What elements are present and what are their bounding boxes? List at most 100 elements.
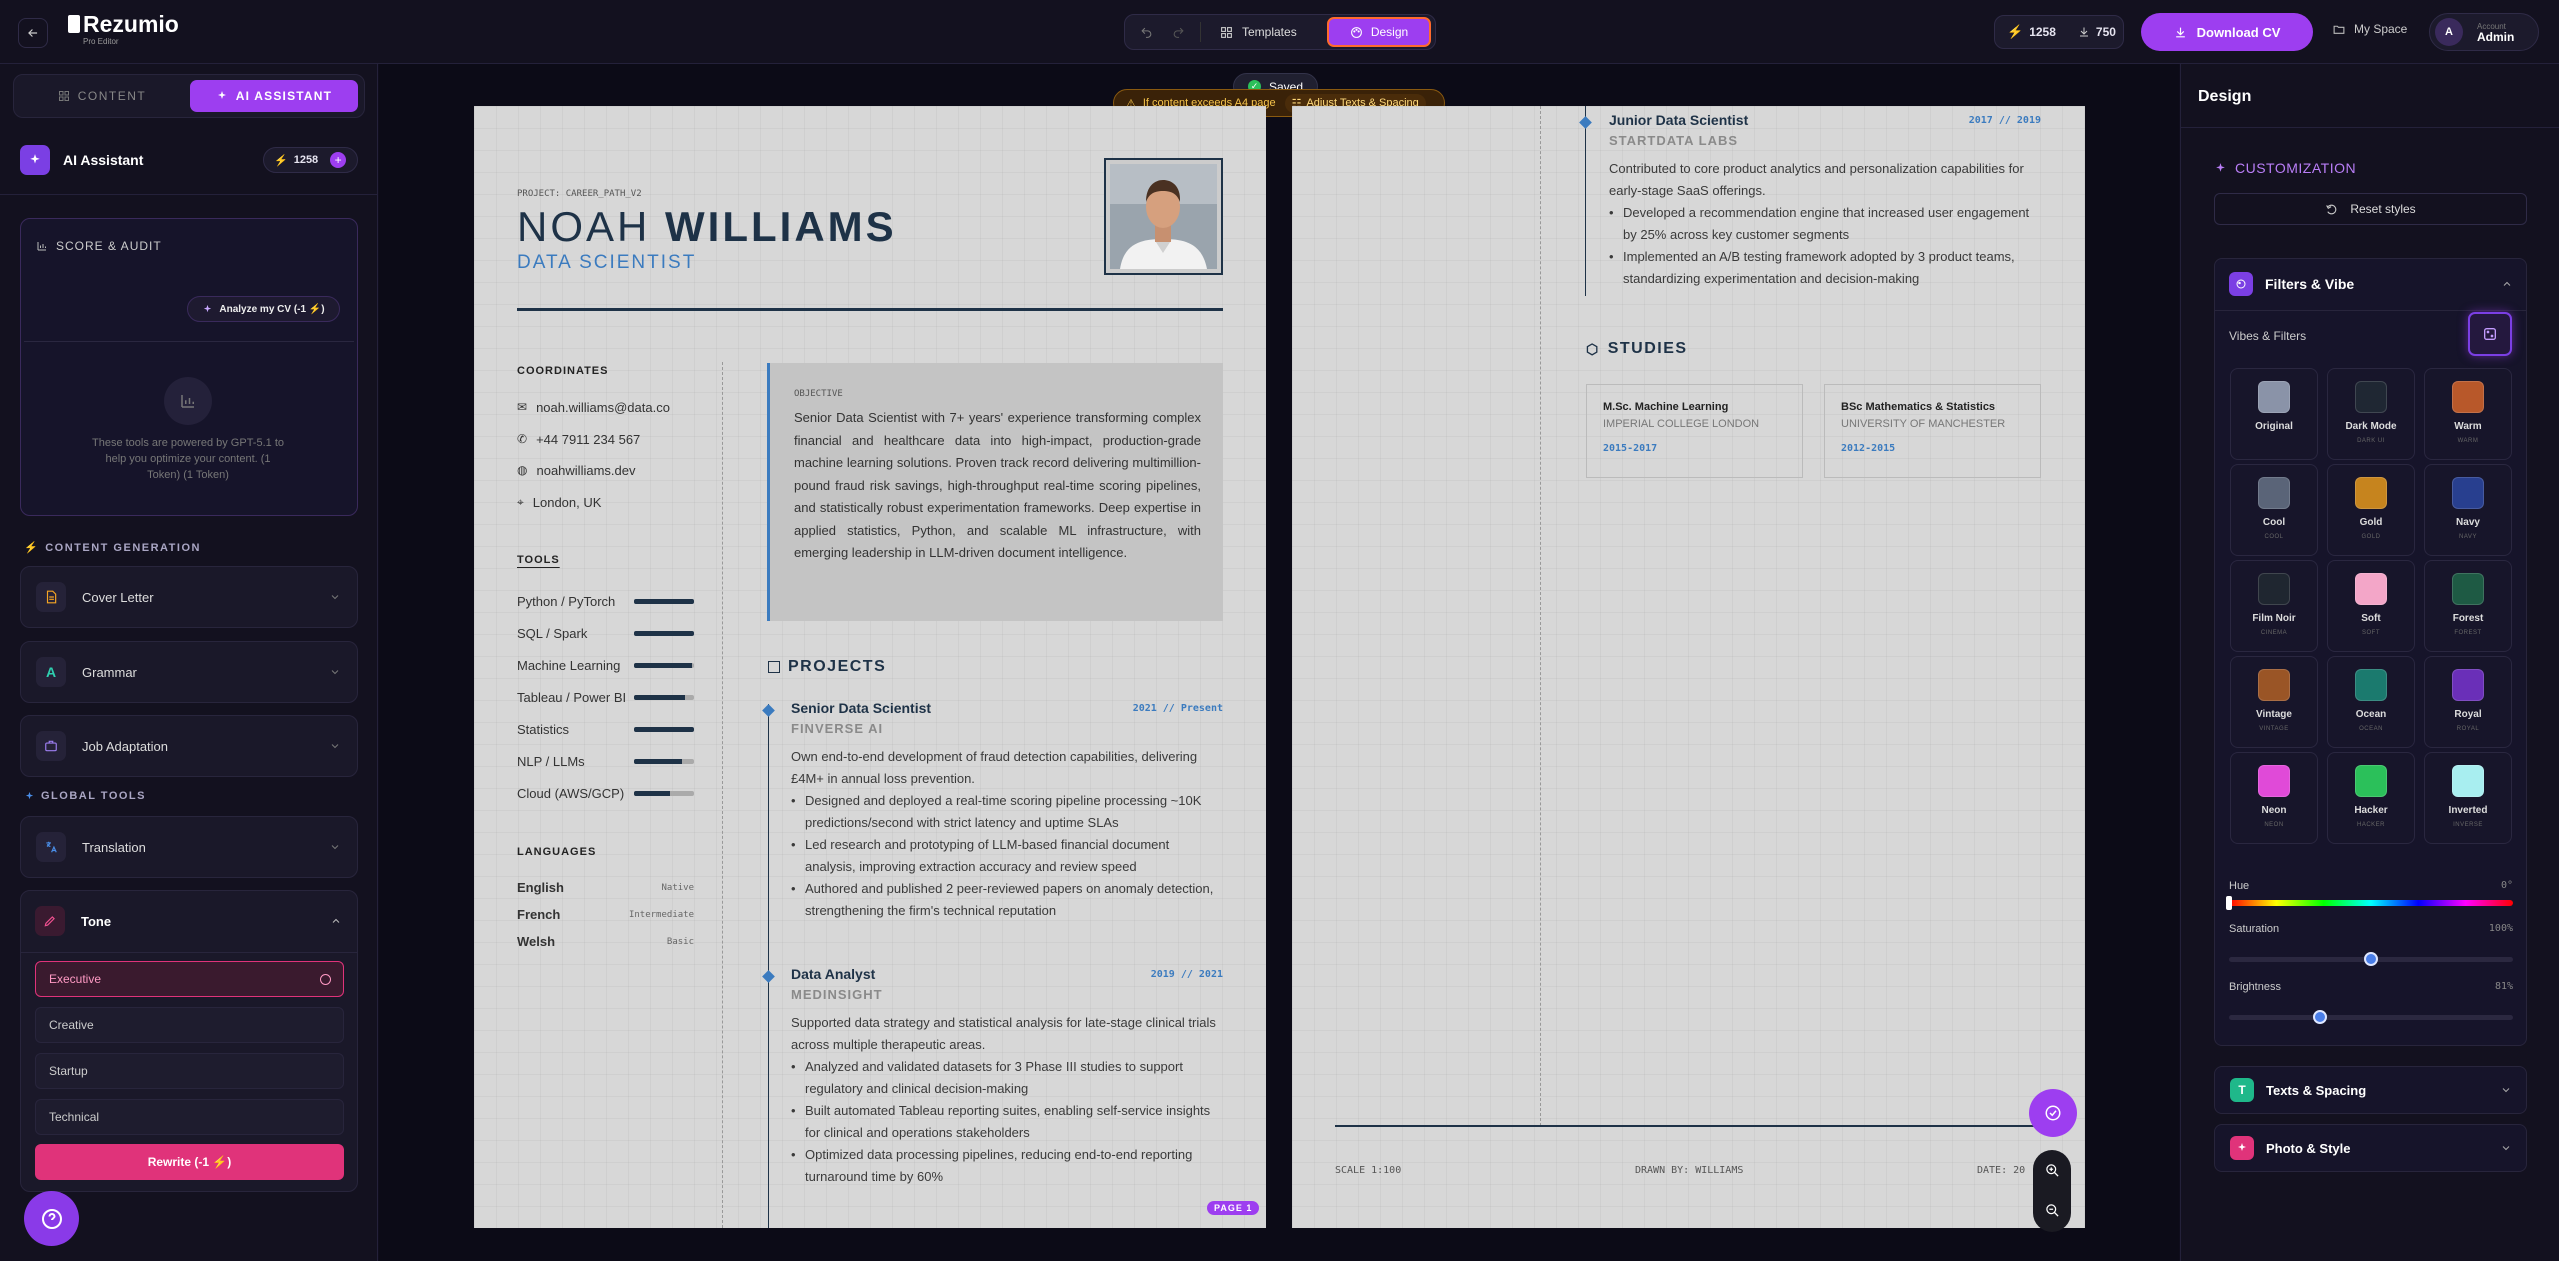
undo-button[interactable]: [1134, 20, 1158, 44]
job-entry[interactable]: Senior Data Scientist 2021 // Present FIN…: [762, 700, 1223, 922]
skill-row: Python / PyTorch: [517, 585, 694, 617]
skill-bar: [634, 630, 694, 636]
cv-page-1[interactable]: PROJECT: CAREER_PATH_V2 NOAH WILLIAMS DA…: [474, 106, 1266, 1228]
design-button[interactable]: Design: [1327, 17, 1431, 47]
tone-option-executive[interactable]: Executive: [35, 961, 344, 997]
filters-vibe-header[interactable]: Filters & Vibe: [2214, 258, 2527, 310]
tool-cover-letter-label: Cover Letter: [82, 589, 154, 605]
redo-button[interactable]: [1166, 20, 1190, 44]
vibe-hacker[interactable]: Hacker HACKER: [2327, 752, 2415, 844]
vibe-navy[interactable]: Navy NAVY: [2424, 464, 2512, 556]
logo[interactable]: Rezumio Pro Editor: [68, 12, 179, 46]
job-bullet: Developed a recommendation engine that i…: [1609, 202, 2041, 246]
coordinates-heading: COORDINATES: [517, 365, 609, 377]
globe-icon: [25, 791, 34, 799]
study-card[interactable]: BSc Mathematics & Statistics UNIVERSITY …: [1824, 384, 2041, 478]
job-entry[interactable]: Data Analyst 2019 // 2021 MEDINSIGHT Supp…: [762, 966, 1223, 1188]
tab-content[interactable]: CONTENT: [20, 80, 184, 112]
vibe-name: Warm: [2454, 421, 2482, 432]
language-row: French Intermediate: [517, 901, 694, 928]
vibe-gold[interactable]: Gold GOLD: [2327, 464, 2415, 556]
vibe-neon[interactable]: Neon NEON: [2230, 752, 2318, 844]
tool-translation[interactable]: Translation: [20, 816, 358, 878]
vibe-sub: DARK UI: [2357, 438, 2385, 444]
saturation-knob[interactable]: [2364, 952, 2378, 966]
score-audit-title: SCORE & AUDIT: [36, 239, 162, 253]
download-cv-button[interactable]: Download CV: [2141, 13, 2313, 51]
tone-option-technical[interactable]: Technical: [35, 1099, 344, 1135]
vibe-ocean[interactable]: Ocean OCEAN: [2327, 656, 2415, 748]
templates-button[interactable]: Templates: [1212, 20, 1305, 44]
tool-job-adaptation[interactable]: Job Adaptation: [20, 715, 358, 777]
vibe-film-noir[interactable]: Film Noir CINEMA: [2230, 560, 2318, 652]
cv-photo[interactable]: [1104, 158, 1223, 275]
vibes-label: Vibes & Filters: [2229, 329, 2307, 343]
skill-bar: [634, 694, 694, 700]
add-tokens-button[interactable]: +: [330, 152, 347, 168]
page-badge: PAGE 1: [1207, 1201, 1260, 1215]
vibe-name: Navy: [2456, 517, 2480, 528]
footer-drawn-by: DRAWN BY: WILLIAMS: [1635, 1165, 1744, 1176]
check-action-button[interactable]: [2029, 1089, 2077, 1137]
vibe-vintage[interactable]: Vintage VINTAGE: [2230, 656, 2318, 748]
study-card[interactable]: M.Sc. Machine Learning IMPERIAL COLLEGE …: [1586, 384, 1803, 478]
account-name: Admin: [2477, 30, 2515, 44]
vibe-warm[interactable]: Warm WARM: [2424, 368, 2512, 460]
hue-knob[interactable]: [2226, 896, 2232, 910]
analyze-cv-button[interactable]: Analyze my CV (-1 ⚡): [187, 296, 340, 322]
vibe-swatch: [2452, 669, 2484, 701]
tool-cover-letter[interactable]: Cover Letter: [20, 566, 358, 628]
job-entry[interactable]: Junior Data Scientist 2017 // 2019 STARTD…: [1579, 112, 2041, 290]
tone-header[interactable]: Tone: [20, 890, 358, 952]
tool-grammar[interactable]: A Grammar: [20, 641, 358, 703]
study-school: UNIVERSITY OF MANCHESTER: [1841, 418, 2006, 430]
brightness-slider[interactable]: [2229, 1010, 2513, 1024]
download-cv-label: Download CV: [2196, 24, 2281, 40]
chart-icon: [37, 242, 46, 251]
tab-ai-assistant[interactable]: AI ASSISTANT: [190, 80, 358, 112]
job-bullet: Designed and deployed a real-time scorin…: [791, 790, 1223, 834]
reset-styles-button[interactable]: Reset styles: [2214, 193, 2527, 225]
score-info-text: These tools are powered by GPT-5.1 to he…: [92, 437, 284, 481]
vibe-dark-mode[interactable]: Dark Mode DARK UI: [2327, 368, 2415, 460]
job-bullet: Authored and published 2 peer-reviewed p…: [791, 878, 1223, 922]
vibe-name: Royal: [2454, 709, 2482, 720]
zoom-out-button[interactable]: [2039, 1197, 2065, 1223]
lightning-icon: ⚡: [274, 154, 288, 167]
vibe-original[interactable]: Original: [2230, 368, 2318, 460]
hue-slider[interactable]: [2229, 900, 2513, 906]
saturation-slider[interactable]: [2229, 952, 2513, 966]
job-title: Junior Data Scientist: [1609, 112, 1749, 128]
cv-page-2[interactable]: Junior Data Scientist 2017 // 2019 STARTD…: [1292, 106, 2085, 1228]
palette-icon: [1350, 26, 1362, 38]
translation-icon: [36, 832, 66, 862]
vibe-inverted[interactable]: Inverted INVERSE: [2424, 752, 2512, 844]
photo-style-section[interactable]: Photo & Style: [2214, 1124, 2527, 1172]
reset-icon: [2326, 204, 2337, 214]
zoom-in-button[interactable]: [2039, 1157, 2065, 1183]
job-summary: Contributed to core product analytics an…: [1609, 161, 2024, 198]
back-button[interactable]: [18, 18, 48, 48]
study-school: IMPERIAL COLLEGE LONDON: [1603, 418, 1760, 430]
app-subtitle: Pro Editor: [83, 37, 119, 46]
vibe-forest[interactable]: Forest FOREST: [2424, 560, 2512, 652]
vibe-royal[interactable]: Royal ROYAL: [2424, 656, 2512, 748]
tone-option-creative[interactable]: Creative: [35, 1007, 344, 1043]
help-button[interactable]: [24, 1191, 79, 1246]
design-panel-title: Design: [2198, 88, 2252, 105]
tone-option-startup[interactable]: Startup: [35, 1053, 344, 1089]
vibe-soft[interactable]: Soft SOFT: [2327, 560, 2415, 652]
reset-styles-label: Reset styles: [2350, 202, 2416, 216]
account-menu[interactable]: A Account Admin: [2429, 13, 2539, 51]
texts-spacing-section[interactable]: T Texts & Spacing: [2214, 1066, 2527, 1114]
projects-heading: PROJECTS: [768, 658, 886, 676]
job-summary: Own end-to-end development of fraud dete…: [791, 749, 1198, 786]
brightness-knob[interactable]: [2312, 1010, 2327, 1024]
random-vibe-button[interactable]: [2468, 312, 2512, 356]
vibe-cool[interactable]: Cool COOL: [2230, 464, 2318, 556]
vibe-swatch: [2258, 573, 2290, 605]
rewrite-button[interactable]: Rewrite (-1 ⚡): [35, 1144, 344, 1180]
saturation-value: 100%: [2488, 923, 2513, 934]
my-space-button[interactable]: My Space: [2332, 22, 2407, 36]
language-level: Native: [661, 882, 694, 893]
